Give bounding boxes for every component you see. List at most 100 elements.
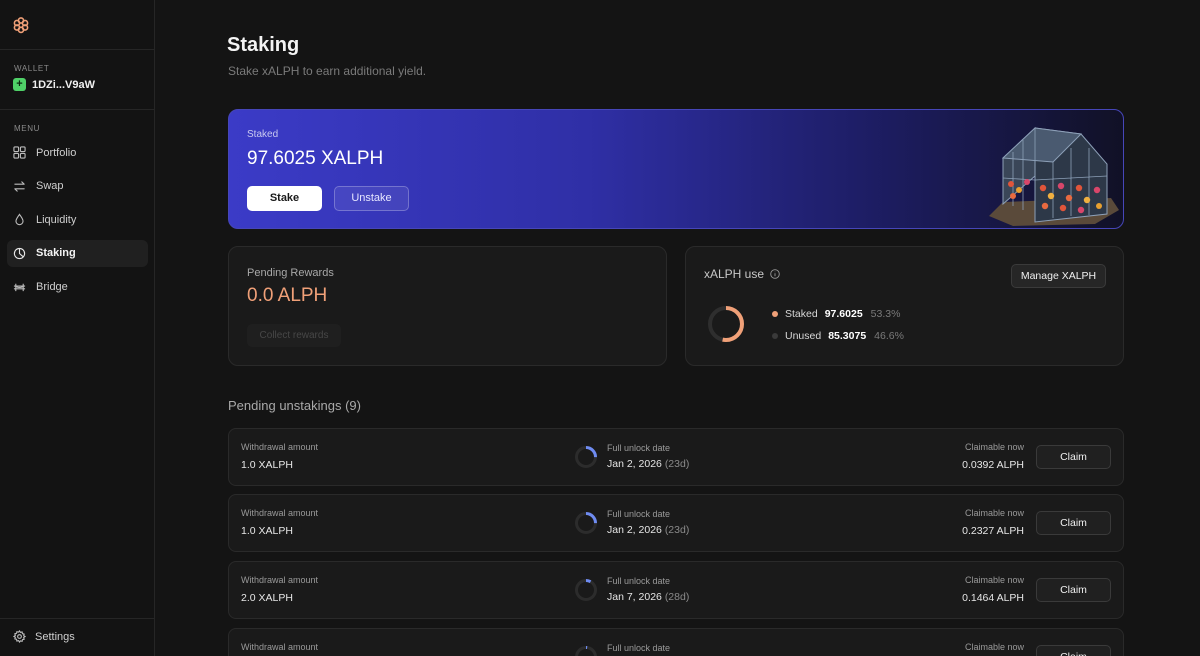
staked-dot-icon [772,311,778,317]
claimable-label: Claimable now [964,508,1024,518]
sidebar-item-label: Portfolio [36,146,77,159]
app-root: WALLET + 1DZi...V9aW MENU Portfolio Swap [0,0,1200,656]
grid-icon [13,146,26,159]
unlock-ring-track [575,579,597,601]
sidebar-item-bridge[interactable]: Bridge [7,273,148,300]
sidebar-item-label: Staking [36,247,76,259]
withdrawal-amount: 1.0 XALPH [241,525,293,537]
unstake-button[interactable]: Unstake [334,186,409,211]
sidebar-divider [0,109,154,110]
gear-icon [13,630,26,643]
unlock-progress-ring [575,579,597,601]
claim-button[interactable]: Claim [1036,445,1111,469]
app-logo-icon[interactable] [12,16,30,34]
claim-button[interactable]: Claim [1036,511,1111,535]
withdrawal-amount: 1.0 XALPH [241,459,293,471]
manage-xalph-button[interactable]: Manage XALPH [1011,264,1106,288]
unlock-days-remaining: (23d) [664,524,690,536]
legend-unused-pct: 46.6% [874,330,904,342]
pending-rewards-label: Pending Rewards [247,267,334,279]
withdrawal-amount-label: Withdrawal amount [241,508,319,518]
pie-chart-icon [13,247,26,259]
usage-legend: Staked 97.6025 53.3% Unused 85.3075 46.6… [772,307,904,351]
unlock-date: Jan 7, 2026 (28d) [607,591,689,603]
wallet-avatar-icon: + [13,78,26,91]
wallet-selector[interactable]: + 1DZi...V9aW [13,78,95,91]
unlock-date-label: Full unlock date [607,509,671,519]
sidebar-item-label: Swap [36,180,64,192]
claimable-label: Claimable now [964,442,1024,452]
pending-rewards-amount: 0.0 ALPH [247,285,328,306]
legend-staked-pct: 53.3% [870,308,901,320]
collect-rewards-button[interactable]: Collect rewards [247,324,341,347]
legend-unused: Unused 85.3075 46.6% [772,329,904,343]
unlock-date: Jan 2, 2026 (23d) [607,458,689,470]
unlock-date: Jan 2, 2026 (23d) [607,524,689,536]
stake-button[interactable]: Stake [247,186,322,211]
sidebar-item-swap[interactable]: Swap [7,173,148,200]
sidebar-nav: Portfolio Swap Liquidity Staking Bridge [7,139,148,307]
unlock-date-label: Full unlock date [607,443,671,453]
swap-arrows-icon [14,180,25,192]
unstaking-row-3: Withdrawal amount 2.0 XALPH Full unlock … [228,561,1124,619]
withdrawal-amount-label: Withdrawal amount [241,642,319,652]
withdrawal-amount-label: Withdrawal amount [241,575,319,585]
claimable-amount: 0.2327 ALPH [962,525,1024,537]
bridge-icon [13,283,26,292]
pending-unstakings-title: Pending unstakings (9) [228,398,361,413]
unstaking-row-1: Withdrawal amount 1.0 XALPH Full unlock … [228,428,1124,486]
xalph-use-card: xALPH use Manage XALPH Staked 97.6025 53… [685,246,1124,366]
wallet-address: 1DZi...V9aW [32,78,95,91]
sidebar-item-label: Liquidity [36,213,77,226]
sidebar-item-label: Bridge [36,280,68,293]
staked-amount: 97.6025 XALPH [247,148,384,169]
xalph-use-title: xALPH use [704,267,780,281]
claim-button[interactable]: Claim [1036,578,1111,602]
greenhouse-illustration [989,126,1119,226]
sidebar-item-staking[interactable]: Staking [7,239,148,267]
sidebar-divider [0,618,154,619]
sidebar-item-settings[interactable]: Settings [13,630,75,643]
staked-hero-card: Staked 97.6025 XALPH Stake Unstake [228,109,1124,229]
claimable-label: Claimable now [964,642,1024,652]
page-title: Staking [227,34,300,56]
unlock-days-remaining: (28d) [664,591,690,603]
withdrawal-amount-label: Withdrawal amount [241,442,319,452]
sidebar-item-portfolio[interactable]: Portfolio [7,139,148,166]
unlock-date-value: Jan 2, 2026 [607,458,662,470]
droplet-icon [15,213,24,226]
info-icon[interactable] [770,269,780,279]
legend-unused-name: Unused [785,330,822,342]
unlock-progress-ring [575,512,597,534]
legend-staked-name: Staked [785,308,818,320]
unlock-progress-ring [575,646,597,656]
unlock-progress-ring [575,446,597,468]
staked-label: Staked [247,129,279,140]
xalph-use-label: xALPH use [704,267,765,281]
menu-section-label: MENU [14,124,40,133]
page-subtitle: Stake xALPH to earn additional yield. [228,64,427,78]
claimable-label: Claimable now [964,575,1024,585]
unlock-date-value: Jan 2, 2026 [607,524,662,536]
sidebar-item-liquidity[interactable]: Liquidity [7,206,148,233]
legend-unused-value: 85.3075 [828,330,867,342]
legend-staked: Staked 97.6025 53.3% [772,307,904,321]
sidebar: WALLET + 1DZi...V9aW MENU Portfolio Swap [0,0,155,656]
unlock-date-value: Jan 7, 2026 [607,591,662,603]
unstaking-row-2: Withdrawal amount 1.0 XALPH Full unlock … [228,494,1124,552]
claimable-amount: 0.1464 ALPH [962,592,1024,604]
settings-label: Settings [35,630,75,643]
withdrawal-amount: 2.0 XALPH [241,592,293,604]
legend-staked-value: 97.6025 [824,308,863,320]
claim-button[interactable]: Claim [1036,645,1111,656]
sidebar-divider [0,49,154,50]
pending-rewards-card: Pending Rewards 0.0 ALPH Collect rewards [228,246,667,366]
unlock-days-remaining: (23d) [664,458,690,470]
wallet-section-label: WALLET [14,64,50,73]
unstaking-row-4: Withdrawal amount Full unlock date Claim… [228,628,1124,656]
unlock-date-label: Full unlock date [607,576,671,586]
unlock-date-label: Full unlock date [607,643,671,653]
main-content: Staking Stake xALPH to earn additional y… [155,0,1200,656]
xalph-usage-donut [708,306,744,342]
unused-dot-icon [772,333,778,339]
